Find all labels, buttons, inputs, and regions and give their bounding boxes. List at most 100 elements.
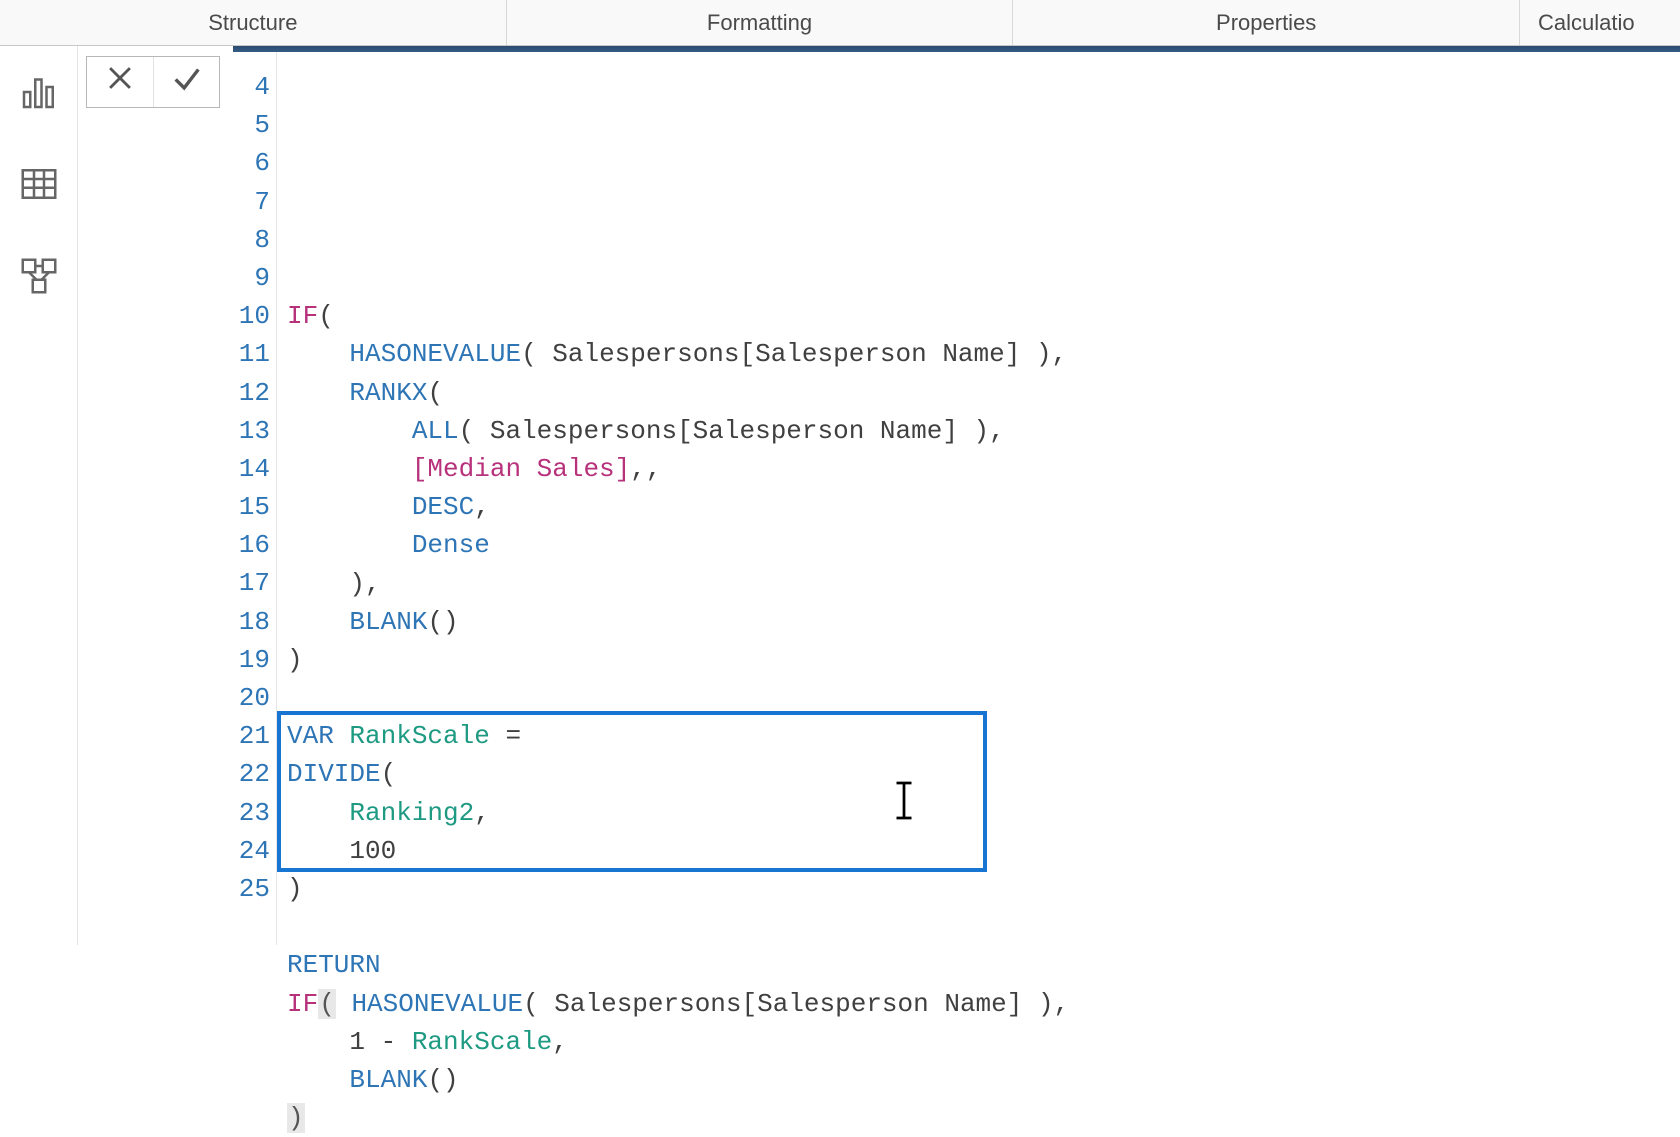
workbench: 45678910111213141516171819202122232425 I… (0, 46, 1680, 945)
tab-formatting[interactable]: Formatting (507, 0, 1014, 45)
close-icon (103, 61, 137, 103)
token-fn: BLANK (349, 1065, 427, 1095)
line-number: 11 (233, 335, 270, 373)
code-line[interactable]: Ranking2, (287, 794, 1680, 832)
code-line[interactable]: Dense (287, 526, 1680, 564)
code-line[interactable]: ) (287, 1099, 1680, 1137)
line-number: 7 (233, 183, 270, 221)
token-varname: RankScale (349, 721, 489, 751)
token-kw-if: IF (287, 301, 318, 331)
token-plain: ), (287, 569, 381, 599)
code-line[interactable]: BLANK() (287, 1061, 1680, 1099)
commit-button[interactable] (153, 57, 219, 107)
tab-structure[interactable]: Structure (0, 0, 507, 45)
token-plain: ( (381, 759, 397, 789)
cancel-button[interactable] (87, 57, 153, 107)
token-fn: ALL (412, 416, 459, 446)
token-plain: () (427, 1065, 458, 1095)
line-number: 14 (233, 450, 270, 488)
token-plain: () (427, 607, 458, 637)
formula-bar-controls (86, 56, 220, 108)
dax-editor[interactable]: 45678910111213141516171819202122232425 I… (233, 52, 1680, 945)
line-number: 25 (233, 870, 270, 908)
token-plain: = (490, 721, 521, 751)
token-fn: DESC (412, 492, 474, 522)
line-number: 16 (233, 526, 270, 564)
token-plain: , (552, 1027, 568, 1057)
token-plain: ( Salespersons[Salesperson Name] ), (523, 989, 1069, 1019)
code-line[interactable]: IF( (287, 297, 1680, 335)
token-kw-if: IF (287, 989, 318, 1019)
token-fn: RANKX (349, 378, 427, 408)
token-plain (336, 989, 352, 1019)
line-number: 5 (233, 106, 270, 144)
token-plain (287, 607, 349, 637)
line-number: 10 (233, 297, 270, 335)
line-number: 22 (233, 755, 270, 793)
line-number: 20 (233, 679, 270, 717)
code-line[interactable]: ), (287, 565, 1680, 603)
token-plain: 1 - (287, 1027, 412, 1057)
token-plain: ( Salespersons[Salesperson Name] ), (521, 339, 1067, 369)
code-line[interactable]: DIVIDE( (287, 755, 1680, 793)
token-fn: HASONEVALUE (349, 339, 521, 369)
code-line[interactable]: HASONEVALUE( Salespersons[Salesperson Na… (287, 335, 1680, 373)
check-icon (170, 61, 204, 103)
token-varname: Ranking2 (349, 798, 474, 828)
tab-calculation[interactable]: Calculatio (1520, 0, 1680, 45)
code-surface[interactable]: IF( HASONEVALUE( Salespersons[Salesperso… (277, 52, 1680, 945)
code-line[interactable]: RANKX( (287, 374, 1680, 412)
token-bracket: ( (318, 989, 336, 1019)
line-number: 17 (233, 564, 270, 602)
code-line[interactable]: RETURN (287, 946, 1680, 984)
code-line[interactable]: ) (287, 641, 1680, 679)
code-line[interactable]: ALL( Salespersons[Salesperson Name] ), (287, 412, 1680, 450)
code-line[interactable]: DESC, (287, 488, 1680, 526)
token-plain: ( Salespersons[Salesperson Name] ), (459, 416, 1005, 446)
token-fn: DIVIDE (287, 759, 381, 789)
code-line[interactable] (287, 908, 1680, 946)
token-bracket: ) (287, 1103, 305, 1133)
code-line[interactable]: IF( HASONEVALUE( Salespersons[Salesperso… (287, 985, 1680, 1023)
token-kw-var: VAR (287, 721, 334, 751)
token-plain (287, 492, 412, 522)
token-plain (287, 1065, 349, 1095)
ribbon-tabs: Structure Formatting Properties Calculat… (0, 0, 1680, 46)
token-plain: , (474, 798, 490, 828)
model-view-icon[interactable] (19, 256, 59, 296)
data-view-icon[interactable] (19, 164, 59, 204)
code-line[interactable]: ) (287, 870, 1680, 908)
token-fn: Dense (412, 530, 490, 560)
code-line[interactable]: VAR RankScale = (287, 717, 1680, 755)
line-number: 12 (233, 374, 270, 412)
nav-rail (0, 46, 78, 945)
line-number: 21 (233, 717, 270, 755)
tab-properties[interactable]: Properties (1013, 0, 1520, 45)
token-plain: ) (287, 874, 303, 904)
token-plain: ,, (630, 454, 661, 484)
token-plain (287, 454, 412, 484)
code-line[interactable]: 1 - RankScale, (287, 1023, 1680, 1061)
line-number: 18 (233, 603, 270, 641)
token-plain: ( (427, 378, 443, 408)
token-plain: ( (318, 301, 334, 331)
token-plain (334, 721, 350, 751)
report-view-icon[interactable] (19, 72, 59, 112)
token-fn: HASONEVALUE (351, 989, 523, 1019)
line-number: 13 (233, 412, 270, 450)
code-line[interactable]: 100 (287, 832, 1680, 870)
token-plain (287, 378, 349, 408)
token-plain (287, 339, 349, 369)
code-line[interactable]: BLANK() (287, 603, 1680, 641)
line-number-gutter: 45678910111213141516171819202122232425 (233, 52, 277, 945)
code-line[interactable] (287, 679, 1680, 717)
line-number: 4 (233, 68, 270, 106)
token-meas: [Median Sales] (412, 454, 630, 484)
token-plain (287, 416, 412, 446)
line-number: 24 (233, 832, 270, 870)
line-number: 9 (233, 259, 270, 297)
line-number: 8 (233, 221, 270, 259)
code-line[interactable]: [Median Sales],, (287, 450, 1680, 488)
token-plain: 100 (287, 836, 396, 866)
line-number: 23 (233, 794, 270, 832)
